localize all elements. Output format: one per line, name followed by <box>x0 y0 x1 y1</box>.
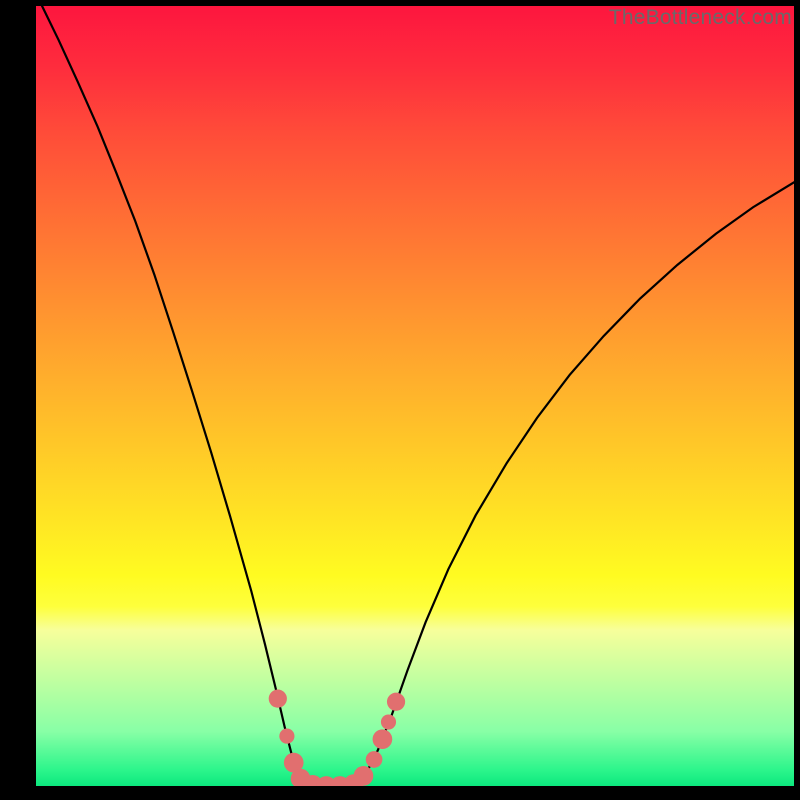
marker-layer <box>269 690 405 786</box>
curve-marker <box>373 729 393 749</box>
curve-marker <box>354 766 374 786</box>
bottleneck-curve <box>42 6 794 786</box>
curve-marker <box>279 729 294 744</box>
chart-container: TheBottleneck.com <box>0 0 800 800</box>
curve-marker <box>387 693 405 711</box>
curve-marker <box>366 751 383 768</box>
curve-marker <box>381 714 396 729</box>
curve-marker <box>269 690 287 708</box>
curve-svg <box>36 6 794 786</box>
plot-area <box>36 6 794 786</box>
